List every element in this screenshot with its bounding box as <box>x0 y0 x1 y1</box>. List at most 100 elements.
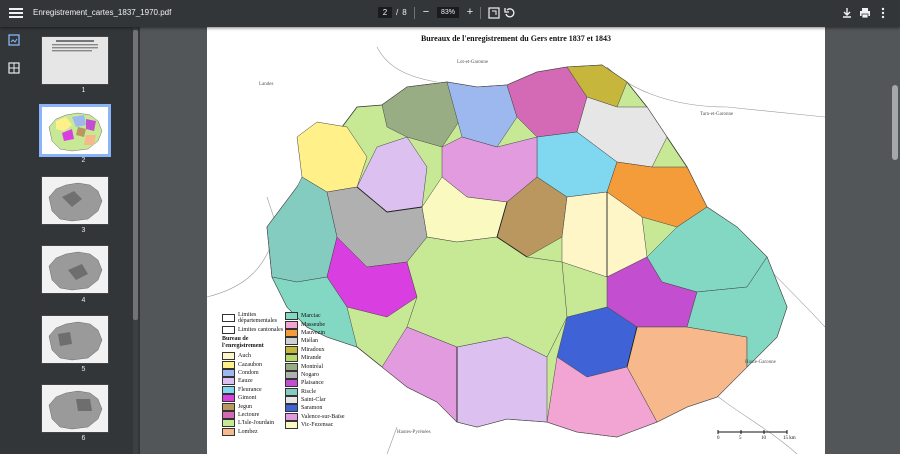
legend-swatch <box>285 354 298 363</box>
legend-label: Lectoure <box>238 411 260 418</box>
legend-swatch <box>285 312 298 321</box>
legend-item: Saramon <box>285 404 365 413</box>
legend-label: Masseube <box>301 321 325 328</box>
legend-label: Nogaro <box>301 371 319 378</box>
legend-swatch <box>222 360 235 369</box>
legend-item: Miradoux <box>285 345 365 354</box>
thumbnail-page-2[interactable] <box>39 104 111 157</box>
legend-swatch <box>285 396 298 405</box>
download-icon[interactable] <box>840 6 854 20</box>
legend-label: Plaisance <box>301 380 324 387</box>
thumbnail-label: 1 <box>81 87 86 94</box>
scale-tick: 10 <box>761 436 766 441</box>
toolbar-divider <box>480 7 481 19</box>
legend-item: Miélan <box>285 337 365 346</box>
legend-label: Eauze <box>238 378 253 385</box>
legend-label: Auch <box>238 353 251 360</box>
toolbar-divider <box>414 7 415 19</box>
legend-swatch <box>222 427 235 436</box>
legend-swatch <box>285 345 298 354</box>
legend-label: Cazaubon <box>238 361 262 368</box>
neighbor-hautes-pyrenees: Hautes-Pyrénées <box>397 430 431 435</box>
legend-label: Montréal <box>301 363 323 370</box>
menu-icon[interactable] <box>9 6 23 20</box>
thumbnail-page-4[interactable] <box>41 245 109 294</box>
legend-swatch <box>222 410 235 419</box>
thumbnail-label: 2 <box>81 157 86 164</box>
legend-item: Mirande <box>285 354 365 363</box>
legend-label: Vic-Fezensac <box>301 422 334 429</box>
print-icon[interactable] <box>858 6 872 20</box>
thumbnail-label: 3 <box>81 227 86 234</box>
legend-swatch <box>285 404 298 413</box>
scale-tick: 5 <box>739 436 742 441</box>
legend-label: Jegun <box>238 403 252 410</box>
current-page-input[interactable]: 2 <box>378 7 392 18</box>
legend-label: Mauvezin <box>301 329 325 336</box>
thumbnail-page-1[interactable] <box>41 36 109 85</box>
legend-swatch <box>285 379 298 388</box>
sidebar <box>0 27 27 454</box>
legend-item: Marciac <box>285 312 365 321</box>
legend-swatch <box>285 362 298 371</box>
thumbnail-label: 4 <box>81 297 86 304</box>
legend-swatch <box>222 368 235 377</box>
document-outline-icon[interactable] <box>7 61 21 75</box>
legend-item: Montréal <box>285 362 365 371</box>
fit-to-page-icon[interactable] <box>487 6 501 20</box>
neighbor-landes: Landes <box>259 82 274 87</box>
legend-item: Plaisance <box>285 379 365 388</box>
zoom-out-button[interactable]: − <box>421 6 431 18</box>
page-separator: / <box>396 8 399 17</box>
legend-swatch <box>285 412 298 421</box>
legend-swatch <box>285 337 298 346</box>
legend-label: Gimont <box>238 395 257 402</box>
legend-swatch <box>222 385 235 394</box>
neighbor-haute-garonne: Haute-Garonne <box>745 360 776 365</box>
legend-swatch <box>285 421 298 430</box>
legend-swatch <box>285 328 298 337</box>
document-title: Enregistrement_cartes_1837_1970.pdf <box>33 8 172 17</box>
legend-label: Miradoux <box>301 346 325 353</box>
legend-swatch <box>222 419 235 428</box>
scale-bar: 0 5 10 15 km <box>717 429 797 447</box>
pdf-toolbar: Enregistrement_cartes_1837_1970.pdf 2 / … <box>0 0 900 27</box>
bureau-riscle <box>266 176 338 283</box>
scale-tick: 0 <box>717 436 720 441</box>
legend-label: Marciac <box>301 313 321 320</box>
document-scrollbar[interactable] <box>890 27 900 454</box>
thumbnail-page-5[interactable] <box>41 315 109 364</box>
more-options-icon[interactable] <box>876 6 890 20</box>
legend-swatch <box>285 387 298 396</box>
legend-label: Riscle <box>301 388 316 395</box>
legend-heading: Bureau de l'enregistrement <box>222 336 264 349</box>
legend-swatch <box>222 402 235 411</box>
legend-item: Vic-Fezensac <box>285 421 365 430</box>
legend-item: Valence-sur-Baïse <box>285 412 365 421</box>
legend-label: Saint-Clar <box>301 397 326 404</box>
thumbnail-panel: 1 2 3 4 5 6 <box>27 27 140 454</box>
pdf-page: Bureaux de l'enregistrement du Gers entr… <box>207 27 825 454</box>
thumbnail-scrollbar[interactable] <box>133 27 138 454</box>
zoom-in-button[interactable]: + <box>465 6 475 18</box>
thumbnail-view-icon[interactable] <box>7 33 21 47</box>
rotate-icon[interactable] <box>503 6 517 20</box>
legend-item: Saint-Clar <box>285 396 365 405</box>
legend-label: Saramon <box>301 405 323 412</box>
scrollbar-thumb[interactable] <box>892 85 898 160</box>
neighbor-tarn-et-garonne: Tarn-et-Garonne <box>700 112 734 117</box>
thumbnail-label: 5 <box>81 366 86 373</box>
neighbor-lot-et-garonne: Lot-et-Garonne <box>457 60 489 65</box>
legend-item: Mauvezin <box>285 328 365 337</box>
zoom-level-input[interactable]: 83% <box>437 6 460 18</box>
legend-swatch <box>285 320 298 329</box>
legend-label: Fleurance <box>238 386 262 393</box>
thumbnail-page-6[interactable] <box>41 384 109 433</box>
legend-item: Nogaro <box>285 370 365 379</box>
legend-label: Condom <box>238 369 259 376</box>
page-indicator: 2 / 8 <box>378 7 407 18</box>
legend-swatch <box>285 370 298 379</box>
thumbnail-page-3[interactable] <box>41 176 109 225</box>
legend-label: Mirande <box>301 355 322 362</box>
scale-tick: 15 km <box>783 436 796 441</box>
